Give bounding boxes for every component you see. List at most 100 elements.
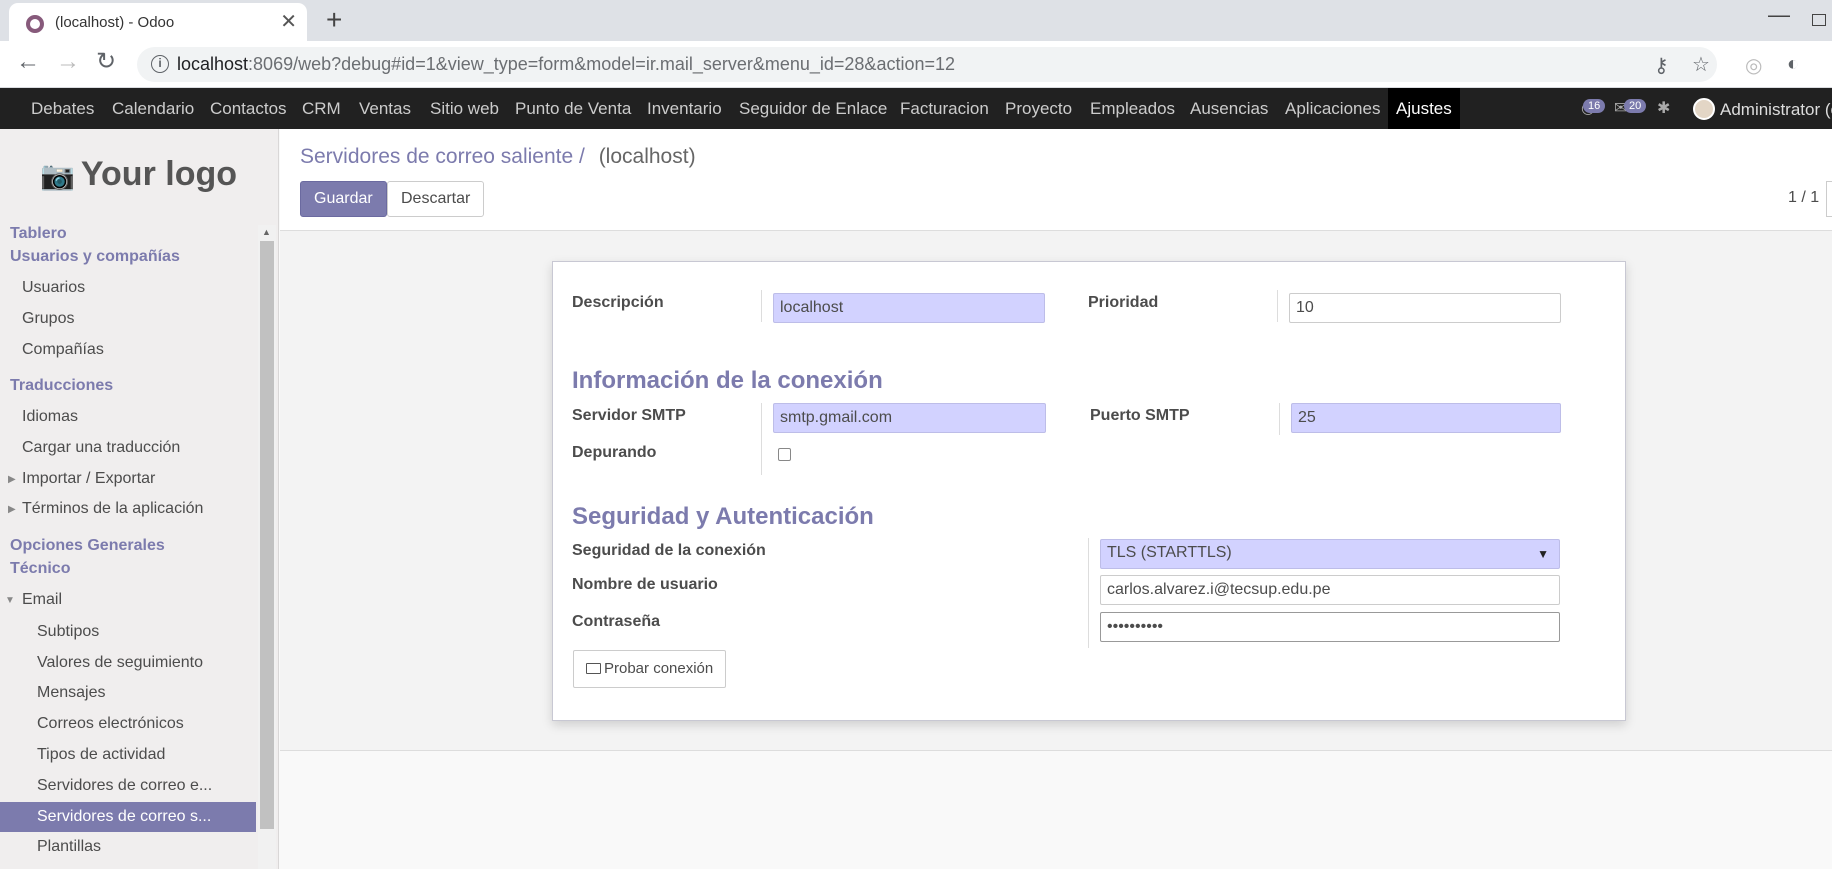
menu-contactos[interactable]: Contactos xyxy=(202,88,295,129)
menu-aplicaciones[interactable]: Aplicaciones xyxy=(1277,88,1388,129)
menu-ausencias[interactable]: Ausencias xyxy=(1182,88,1276,129)
sidebar-item-correos-electronicos[interactable]: Correos electrónicos xyxy=(0,715,256,733)
sidebar-item-opciones-generales[interactable]: Opciones Generales xyxy=(10,537,266,555)
breadcrumb-parent[interactable]: Servidores de correo saliente xyxy=(300,145,573,168)
security-select[interactable]: TLS (STARTTLS) ▼ xyxy=(1100,539,1560,569)
menu-ajustes[interactable]: Ajustes xyxy=(1388,88,1460,129)
menu-sitio-web[interactable]: Sitio web xyxy=(422,88,507,129)
smtp-port-label: Puerto SMTP xyxy=(1090,407,1190,424)
dropdown-arrow-icon: ▼ xyxy=(1537,547,1549,561)
test-connection-button[interactable]: Probar conexión xyxy=(573,650,727,688)
company-logo[interactable]: 📷 Your logo xyxy=(40,155,237,194)
monitor-icon xyxy=(586,663,601,674)
sidebar-item-importar-exportar[interactable]: Importar / Exportar xyxy=(0,470,256,488)
minimize-window-icon[interactable]: — xyxy=(1768,2,1790,28)
browser-tabstrip: (localhost) - Odoo ✕ + — xyxy=(0,0,1832,41)
breadcrumb: Servidores de correo saliente / (localho… xyxy=(300,145,696,169)
smtp-server-label: Servidor SMTP xyxy=(572,407,686,424)
connection-section-title: Información de la conexión xyxy=(572,367,883,394)
user-menu[interactable]: Administrator (c xyxy=(1720,100,1832,120)
messages-count-badge: 20 xyxy=(1624,99,1647,113)
sidebar-item-tecnico[interactable]: Técnico xyxy=(10,560,266,578)
sidebar-item-mensajes[interactable]: Mensajes xyxy=(0,684,256,702)
scroll-up-icon[interactable]: ▲ xyxy=(262,227,271,237)
breadcrumb-current: (localhost) xyxy=(598,145,696,168)
sidebar-item-idiomas[interactable]: Idiomas xyxy=(0,408,256,426)
browser-tab-title: (localhost) - Odoo xyxy=(55,14,175,31)
extension-icon[interactable]: ◎ xyxy=(1745,53,1762,78)
menu-ventas[interactable]: Ventas xyxy=(351,88,419,129)
form-view: Descripción localhost Prioridad 10 Infor… xyxy=(280,231,1832,751)
smtp-server-input[interactable]: smtp.gmail.com xyxy=(773,403,1046,433)
sidebar-item-cargar-traduccion[interactable]: Cargar una traducción xyxy=(0,439,256,457)
menu-proyecto[interactable]: Proyecto xyxy=(997,88,1080,129)
debug-checkbox[interactable] xyxy=(778,448,791,461)
menu-crm[interactable]: CRM xyxy=(294,88,349,129)
divider xyxy=(761,290,762,322)
discard-button[interactable]: Descartar xyxy=(387,181,485,217)
forward-icon[interactable]: → xyxy=(56,50,80,74)
sidebar-item-companias[interactable]: Compañías xyxy=(0,341,256,359)
activities-count-badge: 16 xyxy=(1583,99,1606,113)
priority-input[interactable]: 10 xyxy=(1289,293,1561,323)
bookmark-star-icon[interactable]: ☆ xyxy=(1692,52,1710,77)
browser-tab[interactable]: (localhost) - Odoo ✕ xyxy=(9,3,307,41)
control-panel: Servidores de correo saliente / (localho… xyxy=(280,129,1832,231)
sidebar-item-valores-seguimiento[interactable]: Valores de seguimiento xyxy=(0,654,256,672)
divider xyxy=(1277,290,1278,322)
divider xyxy=(1088,538,1089,648)
browser-toolbar: ← → ↻ i localhost:8069/web?debug#id=1&vi… xyxy=(0,41,1832,88)
password-input[interactable]: •••••••••• xyxy=(1100,612,1560,642)
profile-icon[interactable]: ◐ xyxy=(1787,53,1799,76)
menu-empleados[interactable]: Empleados xyxy=(1082,88,1183,129)
menu-facturacion[interactable]: Facturacion xyxy=(892,88,997,129)
url-host: localhost xyxy=(177,54,249,74)
reload-icon[interactable]: ↻ xyxy=(96,50,116,74)
password-label: Contraseña xyxy=(572,613,661,630)
sidebar-item-plantillas[interactable]: Plantillas xyxy=(0,838,256,856)
sidebar-item-terminos[interactable]: Términos de la aplicación xyxy=(0,500,256,518)
user-avatar[interactable] xyxy=(1693,98,1715,120)
test-connection-label: Probar conexión xyxy=(604,660,714,677)
sidebar-item-tipos-actividad[interactable]: Tipos de actividad xyxy=(0,746,256,764)
sidebar-item-email[interactable]: Email xyxy=(0,591,256,609)
pager-value[interactable]: 1 / 1 xyxy=(1788,189,1819,207)
username-input[interactable]: carlos.alvarez.i@tecsup.edu.pe xyxy=(1100,575,1560,605)
sidebar-item-usuarios-companias[interactable]: Usuarios y compañías xyxy=(10,248,266,266)
new-tab-button[interactable]: + xyxy=(326,4,342,36)
sidebar-item-tablero[interactable]: Tablero xyxy=(10,225,266,243)
debug-bug-icon[interactable]: ✱ xyxy=(1657,98,1670,118)
menu-seguidor-de-enlace[interactable]: Seguidor de Enlace xyxy=(731,88,895,129)
sidebar-item-servidores-saliente[interactable]: Servidores de correo s... xyxy=(0,802,256,832)
address-bar[interactable]: i localhost:8069/web?debug#id=1&view_typ… xyxy=(137,47,1717,82)
breadcrumb-separator: / xyxy=(579,145,585,168)
info-icon[interactable]: i xyxy=(151,55,169,73)
menu-calendario[interactable]: Calendario xyxy=(104,88,202,129)
menu-inventario[interactable]: Inventario xyxy=(639,88,730,129)
sidebar-item-servidores-entrante[interactable]: Servidores de correo e... xyxy=(0,777,256,795)
save-button[interactable]: Guardar xyxy=(300,181,387,217)
sidebar-item-traducciones[interactable]: Traducciones xyxy=(10,377,266,395)
form-sheet: Descripción localhost Prioridad 10 Infor… xyxy=(552,261,1626,721)
sidebar-scrollbar[interactable]: ▲ xyxy=(258,225,276,869)
menu-debates[interactable]: Debates xyxy=(23,88,102,129)
key-icon[interactable]: ⚷ xyxy=(1654,53,1669,78)
sidebar-item-grupos[interactable]: Grupos xyxy=(0,310,256,328)
smtp-port-input[interactable]: 25 xyxy=(1291,403,1561,433)
settings-sidebar: 📷 Your logo Tablero Usuarios y compañías … xyxy=(0,129,279,869)
priority-label: Prioridad xyxy=(1088,294,1159,311)
odoo-favicon-icon xyxy=(26,15,44,33)
sidebar-item-subtipos[interactable]: Subtipos xyxy=(0,623,256,641)
odoo-main-menu: Debates Calendario Contactos CRM Ventas … xyxy=(0,88,1832,129)
description-input[interactable]: localhost xyxy=(773,293,1045,323)
maximize-window-icon[interactable] xyxy=(1812,14,1826,26)
url-text[interactable]: localhost:8069/web?debug#id=1&view_type=… xyxy=(177,54,955,75)
username-label: Nombre de usuario xyxy=(572,576,718,593)
description-label: Descripción xyxy=(572,294,664,311)
back-icon[interactable]: ← xyxy=(16,50,40,74)
menu-punto-de-venta[interactable]: Punto de Venta xyxy=(507,88,639,129)
scrollbar-thumb[interactable] xyxy=(260,241,274,829)
pager-previous-button[interactable] xyxy=(1826,181,1832,217)
close-tab-icon[interactable]: ✕ xyxy=(280,9,297,34)
sidebar-item-usuarios[interactable]: Usuarios xyxy=(0,279,256,297)
